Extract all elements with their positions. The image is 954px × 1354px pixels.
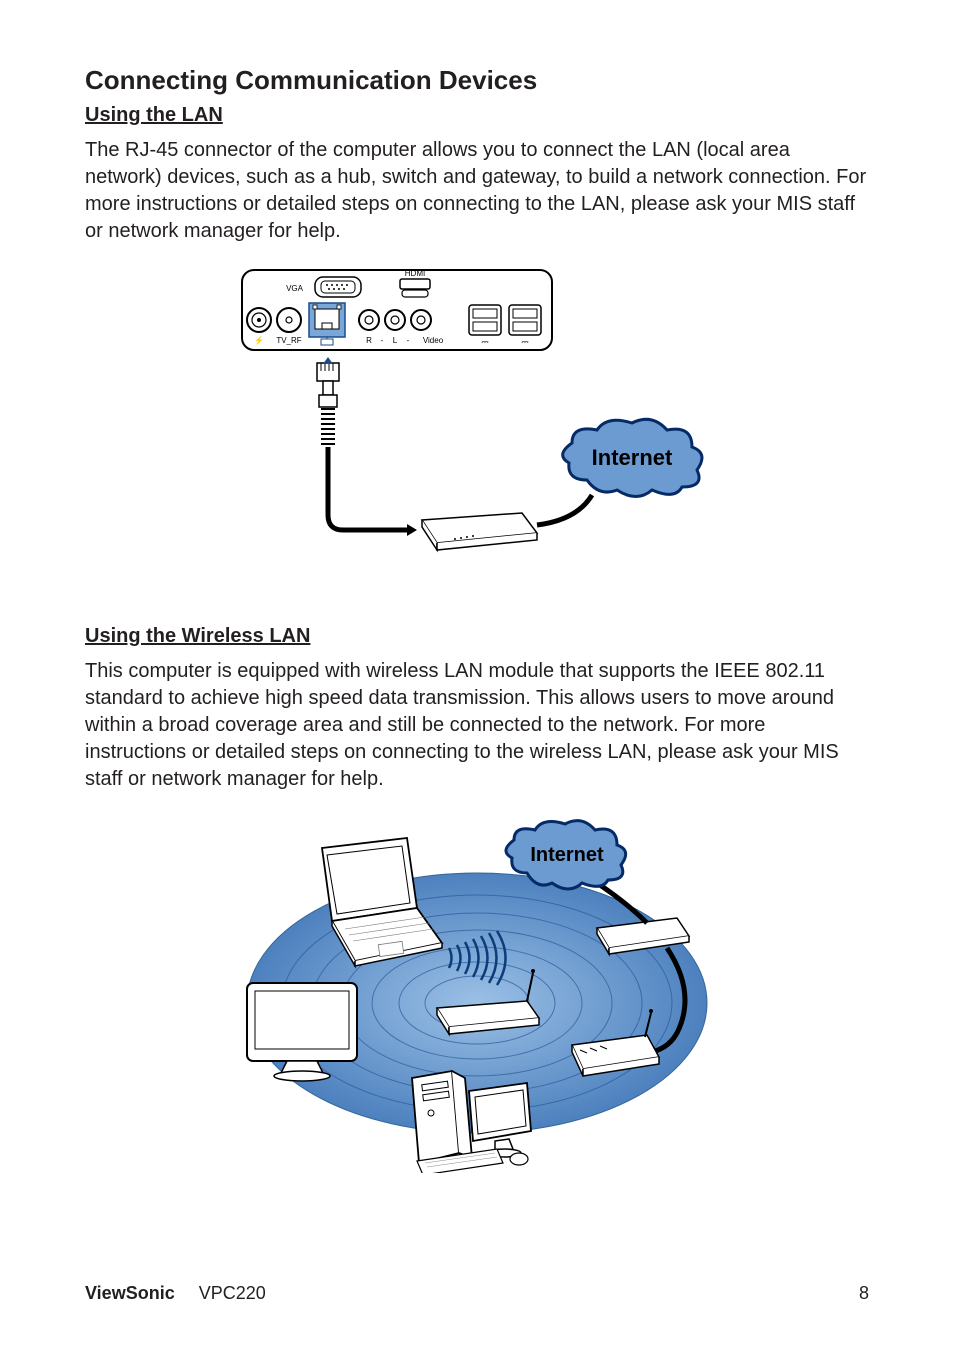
label-tvrf: TV_RF [276,336,301,345]
label-vga: VGA [286,284,304,293]
svg-text:⎓: ⎓ [481,337,488,347]
section-heading-wlan: Using the Wireless LAN [85,625,869,648]
internet-cloud-icon: Internet [563,419,702,496]
computer-back-panel-icon: VGA HDMI ⚡ TV_RF [242,269,552,350]
wan-cable-icon [537,495,592,525]
svg-text:-: - [407,336,410,345]
section-body-lan: The RJ-45 connector of the computer allo… [85,137,869,245]
section-body-wlan: This computer is equipped with wireless … [85,658,869,793]
cloud-label-lan: Internet [592,445,673,470]
ethernet-plug-icon [317,357,417,536]
cloud-label-wlan: Internet [530,844,604,866]
page-title: Connecting Communication Devices [85,65,869,96]
footer-page-number: 8 [859,1283,869,1304]
label-video: Video [423,336,444,345]
page-footer: ViewSonic VPC220 8 [85,1283,869,1304]
svg-text:⎓: ⎓ [521,337,528,347]
footer-model: VPC220 [199,1283,266,1304]
figure-wlan-diagram: Internet [85,813,869,1173]
document-page: Connecting Communication Devices Using t… [0,0,954,1354]
lan-diagram-svg: VGA HDMI ⚡ TV_RF [237,265,717,575]
wlan-diagram-svg: Internet [227,813,727,1173]
footer-brand: ViewSonic [85,1283,175,1304]
label-l: L [393,336,398,345]
figure-lan-diagram: VGA HDMI ⚡ TV_RF [85,265,869,575]
label-hdmi: HDMI [405,269,425,278]
rj45-port-icon [309,303,345,337]
label-r: R [366,336,372,345]
section-heading-lan: Using the LAN [85,104,869,127]
svg-text:⚡: ⚡ [254,335,264,345]
modem-icon [422,513,537,550]
svg-text:-: - [381,336,384,345]
